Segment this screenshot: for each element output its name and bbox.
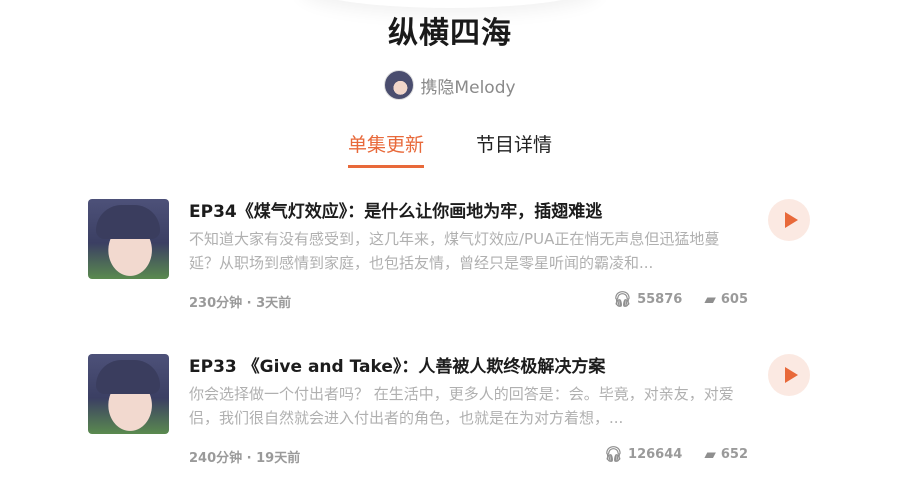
episode-title[interactable]: EP33 《Give and Take》：人善被人欺终极解决方案: [189, 352, 749, 377]
comment-count: 652: [720, 446, 748, 462]
tab-bar: 单集更新 节目详情: [0, 130, 900, 168]
episode-cover[interactable]: [88, 354, 169, 434]
play-count: 126644: [628, 446, 683, 462]
author-name[interactable]: 携隐Melody: [420, 73, 515, 98]
podcast-title: 纵横四海: [388, 16, 512, 51]
episode-item[interactable]: EP34《煤气灯效应》：是什么让你画地为牢，插翅难逃 不知道大家有没有感受到，这…: [88, 199, 810, 319]
episode-description: 你会选择做一个付出者吗？ 在生活中，更多人的回答是：会。毕竟，对亲友，对爱侣，我…: [189, 385, 734, 427]
comment-icon: ▰: [704, 445, 716, 463]
episode-description: 不知道大家有没有感受到，这几年来，煤气灯效应/PUA正在悄无声息但迅猛地蔓延？从…: [189, 230, 720, 272]
episode-cover[interactable]: [88, 199, 169, 279]
episode-stats: 🎧︎ 55876 ▰ 605: [613, 290, 748, 308]
author-avatar[interactable]: [384, 70, 415, 100]
play-button[interactable]: [768, 199, 810, 241]
comment-count: 605: [720, 291, 748, 307]
episode-title[interactable]: EP34《煤气灯效应》：是什么让你画地为牢，插翅难逃: [189, 197, 749, 222]
episode-item[interactable]: EP33 《Give and Take》：人善被人欺终极解决方案 你会选择做一个…: [88, 354, 810, 474]
headphones-icon: 🎧︎: [603, 445, 624, 463]
play-icon: [784, 212, 798, 228]
episode-stats: 🎧︎ 126644 ▰ 652: [604, 445, 748, 463]
tab-episodes[interactable]: 单集更新: [347, 130, 424, 168]
headphones-icon: 🎧︎: [613, 290, 633, 308]
play-icon: [784, 367, 798, 383]
episode-meta: 230分钟 · 3天前: [189, 296, 292, 311]
header-shadow: [300, 0, 600, 8]
tab-details[interactable]: 节目详情: [476, 130, 552, 168]
play-button[interactable]: [768, 354, 810, 396]
play-count: 55876: [637, 291, 683, 307]
comment-icon: ▰: [704, 290, 716, 308]
episode-meta: 240分钟 · 19天前: [189, 451, 301, 466]
author-row[interactable]: 携隐Melody: [0, 70, 900, 100]
